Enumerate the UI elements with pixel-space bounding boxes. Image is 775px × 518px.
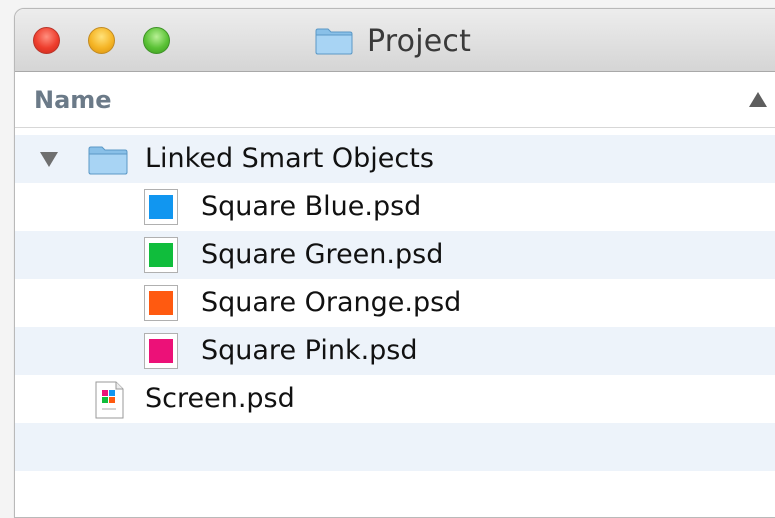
minimize-button[interactable]: [88, 27, 115, 54]
sort-ascending-icon[interactable]: [749, 92, 767, 107]
list-item-square-pink[interactable]: Square Pink.psd: [15, 327, 775, 375]
list-item-square-orange[interactable]: Square Orange.psd: [15, 279, 775, 327]
file-name: Square Blue.psd: [201, 191, 422, 222]
file-name: Square Pink.psd: [201, 335, 418, 366]
psd-thumbnail-icon: [144, 285, 178, 321]
psd-thumbnail-icon: [144, 189, 178, 225]
file-name: Linked Smart Objects: [145, 143, 434, 174]
finder-window: Project Name Linked Smart Objects Square…: [14, 8, 775, 518]
psd-thumbnail-icon: [144, 237, 178, 273]
folder-icon: [315, 28, 353, 55]
file-name: Square Green.psd: [201, 239, 444, 270]
disclosure-triangle-icon[interactable]: [40, 152, 58, 167]
close-button[interactable]: [33, 27, 60, 54]
name-column-header[interactable]: Name: [34, 86, 112, 114]
psd-thumbnail-icon: [144, 333, 178, 369]
pink-swatch-fill: [149, 339, 173, 363]
document-icon: [95, 381, 124, 419]
file-list: Linked Smart Objects Square Blue.psd Squ…: [15, 135, 775, 471]
file-name: Screen.psd: [145, 383, 295, 414]
file-name: Square Orange.psd: [201, 287, 462, 318]
blue-swatch-fill: [149, 195, 173, 219]
list-item-square-blue[interactable]: Square Blue.psd: [15, 183, 775, 231]
window-title-group: Project: [315, 23, 471, 59]
zoom-button[interactable]: [143, 27, 170, 54]
green-swatch-fill: [149, 243, 173, 267]
title-bar[interactable]: Project: [15, 9, 775, 72]
window-title: Project: [367, 23, 472, 59]
folder-icon: [88, 146, 128, 175]
list-item-screen-psd[interactable]: Screen.psd: [15, 375, 775, 423]
list-item-square-green[interactable]: Square Green.psd: [15, 231, 775, 279]
list-item-linked-smart-objects[interactable]: Linked Smart Objects: [15, 135, 775, 183]
empty-row: [15, 423, 775, 471]
orange-swatch-fill: [149, 291, 173, 315]
list-header[interactable]: Name: [15, 72, 775, 128]
